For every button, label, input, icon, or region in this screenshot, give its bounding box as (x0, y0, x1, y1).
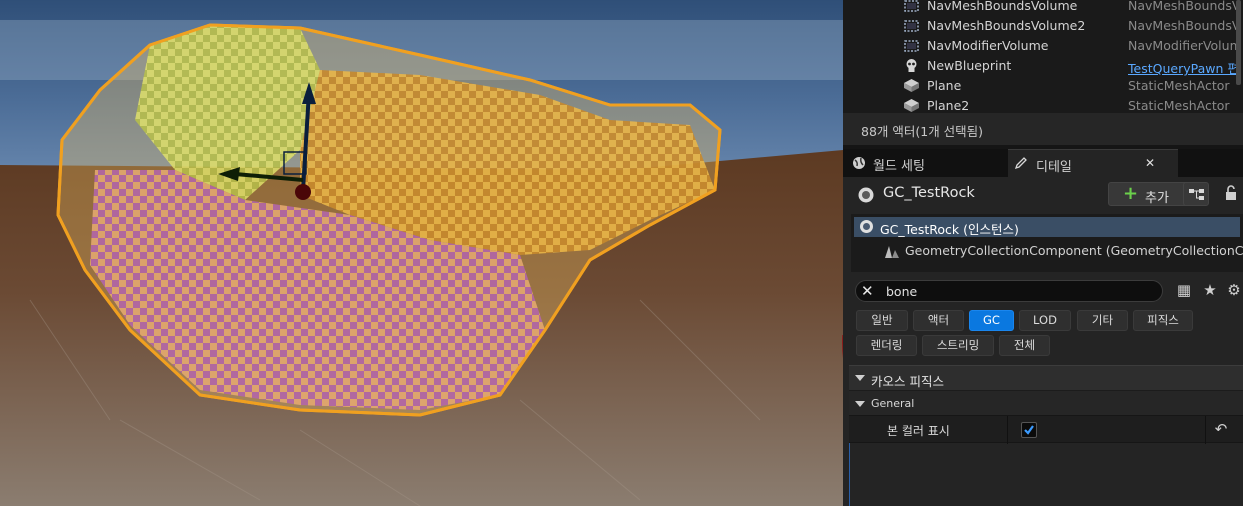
outliner-scrollbar[interactable] (1236, 0, 1241, 85)
filter-button[interactable]: 스트리밍 (922, 335, 994, 356)
outliner-row[interactable]: NavModifierVolume NavModifierVolum (843, 36, 1243, 56)
tab-label: 디테일 (1036, 160, 1072, 175)
subcategory-label: General (871, 397, 915, 410)
tab-details[interactable]: 디테일 ✕ (1008, 149, 1178, 177)
actor-class-icon (858, 187, 874, 203)
outliner-row[interactable]: NavMeshBoundsVolume2 NavMeshBoundsV (843, 16, 1243, 36)
filter-button[interactable]: LOD (1019, 310, 1071, 331)
blueprint-icon (1189, 189, 1204, 200)
checkmark-icon (1024, 425, 1034, 435)
outliner-name: Plane (927, 78, 962, 93)
column-divider (1205, 416, 1206, 444)
panel-tab-bar: 월드 세팅 디테일 ✕ (843, 149, 1243, 177)
pencil-icon (1014, 157, 1027, 170)
component-tree: GC_TestRock (인스턴스) GeometryCollectionCom… (851, 214, 1243, 272)
expand-arrow-icon (855, 401, 865, 407)
clear-search-icon[interactable]: ✕ (861, 282, 874, 300)
outliner-type: NavMeshBoundsV (1128, 0, 1241, 13)
outliner-name: NavMeshBoundsVolume2 (927, 18, 1086, 33)
actor-instance-icon (860, 220, 873, 233)
volume-icon (904, 40, 919, 52)
expand-arrow-icon (855, 375, 865, 381)
static-mesh-icon (904, 99, 919, 112)
filter-button-active[interactable]: GC (969, 310, 1014, 331)
category-label: 카오스 피직스 (871, 374, 944, 389)
category-header-chaos-physics[interactable]: 카오스 피직스 (849, 365, 1243, 390)
settings-gear-icon[interactable]: ⚙ (1225, 281, 1243, 299)
filter-button[interactable]: 전체 (999, 335, 1050, 356)
outliner-type-link[interactable]: TestQueryPawn 편 (1128, 58, 1239, 77)
outliner-type: StaticMeshActor (1128, 98, 1230, 113)
volume-icon (904, 0, 919, 12)
property-row-show-bone-colors: 본 컬러 표시 ↶ (849, 415, 1243, 444)
property-matrix-icon[interactable]: ▦ (1175, 281, 1193, 299)
subcategory-header-general[interactable]: General (849, 390, 1243, 415)
outliner-name: Plane2 (927, 98, 970, 113)
column-divider[interactable] (1007, 416, 1008, 444)
geometry-collection-icon (885, 246, 899, 258)
outliner-type: StaticMeshActor (1128, 78, 1230, 93)
outliner-row[interactable]: NewBlueprint TestQueryPawn 편 (843, 56, 1243, 76)
lock-icon[interactable] (1224, 185, 1238, 201)
component-root-selected[interactable]: GC_TestRock (인스턴스) (854, 217, 1240, 237)
filter-button[interactable]: 렌더링 (856, 335, 917, 356)
details-panel: GC_TestRock + 추가 GC_TestRock (인스턴스) Geom… (843, 177, 1243, 506)
filter-button[interactable]: 기타 (1077, 310, 1128, 331)
reset-to-default-icon[interactable]: ↶ (1211, 420, 1231, 440)
add-button-label: 추가 (1145, 191, 1169, 206)
static-mesh-icon (904, 79, 919, 92)
component-root-label: GC_TestRock (인스턴스) (880, 222, 1019, 237)
close-icon[interactable]: ✕ (1145, 156, 1155, 170)
skull-icon (906, 59, 917, 72)
plus-icon: + (1123, 183, 1139, 204)
tab-label: 월드 세팅 (873, 159, 925, 174)
favorite-star-icon[interactable]: ★ (1201, 281, 1219, 299)
filter-button[interactable]: 피직스 (1133, 310, 1193, 331)
tab-world-settings[interactable]: 월드 세팅 (843, 149, 1008, 177)
volume-icon (904, 20, 919, 32)
outliner-row[interactable]: NavMeshBoundsVolume NavMeshBoundsV (843, 0, 1243, 16)
details-search[interactable]: ✕ (855, 280, 1163, 302)
globe-icon (853, 157, 865, 169)
outliner-actor-count: 88개 액터(1개 선택됨) (843, 113, 1243, 145)
outliner-name: NavModifierVolume (927, 38, 1049, 53)
outliner-type: NavMeshBoundsV (1128, 18, 1241, 33)
actor-name: GC_TestRock (883, 185, 975, 201)
property-label: 본 컬러 표시 (887, 424, 950, 438)
editor-right-panel: NavMeshBoundsVolume NavMeshBoundsV NavMe… (843, 0, 1243, 506)
filter-button[interactable]: 일반 (856, 310, 908, 331)
outliner-name: NewBlueprint (927, 58, 1012, 73)
outliner-row[interactable]: Plane StaticMeshActor (843, 76, 1243, 96)
actor-count-text: 88개 액터(1개 선택됨) (861, 124, 984, 139)
world-outliner: NavMeshBoundsVolume NavMeshBoundsV NavMe… (843, 0, 1243, 113)
component-child-label: GeometryCollectionComponent (GeometryCol… (905, 243, 1243, 258)
outliner-type: NavModifierVolum (1128, 38, 1242, 53)
level-viewport[interactable] (0, 0, 843, 506)
search-input[interactable] (886, 283, 1146, 299)
outliner-name: NavMeshBoundsVolume (927, 0, 1078, 13)
show-bone-colors-checkbox[interactable] (1021, 422, 1037, 438)
blueprint-button[interactable] (1183, 182, 1209, 206)
filter-button[interactable]: 액터 (913, 310, 964, 331)
